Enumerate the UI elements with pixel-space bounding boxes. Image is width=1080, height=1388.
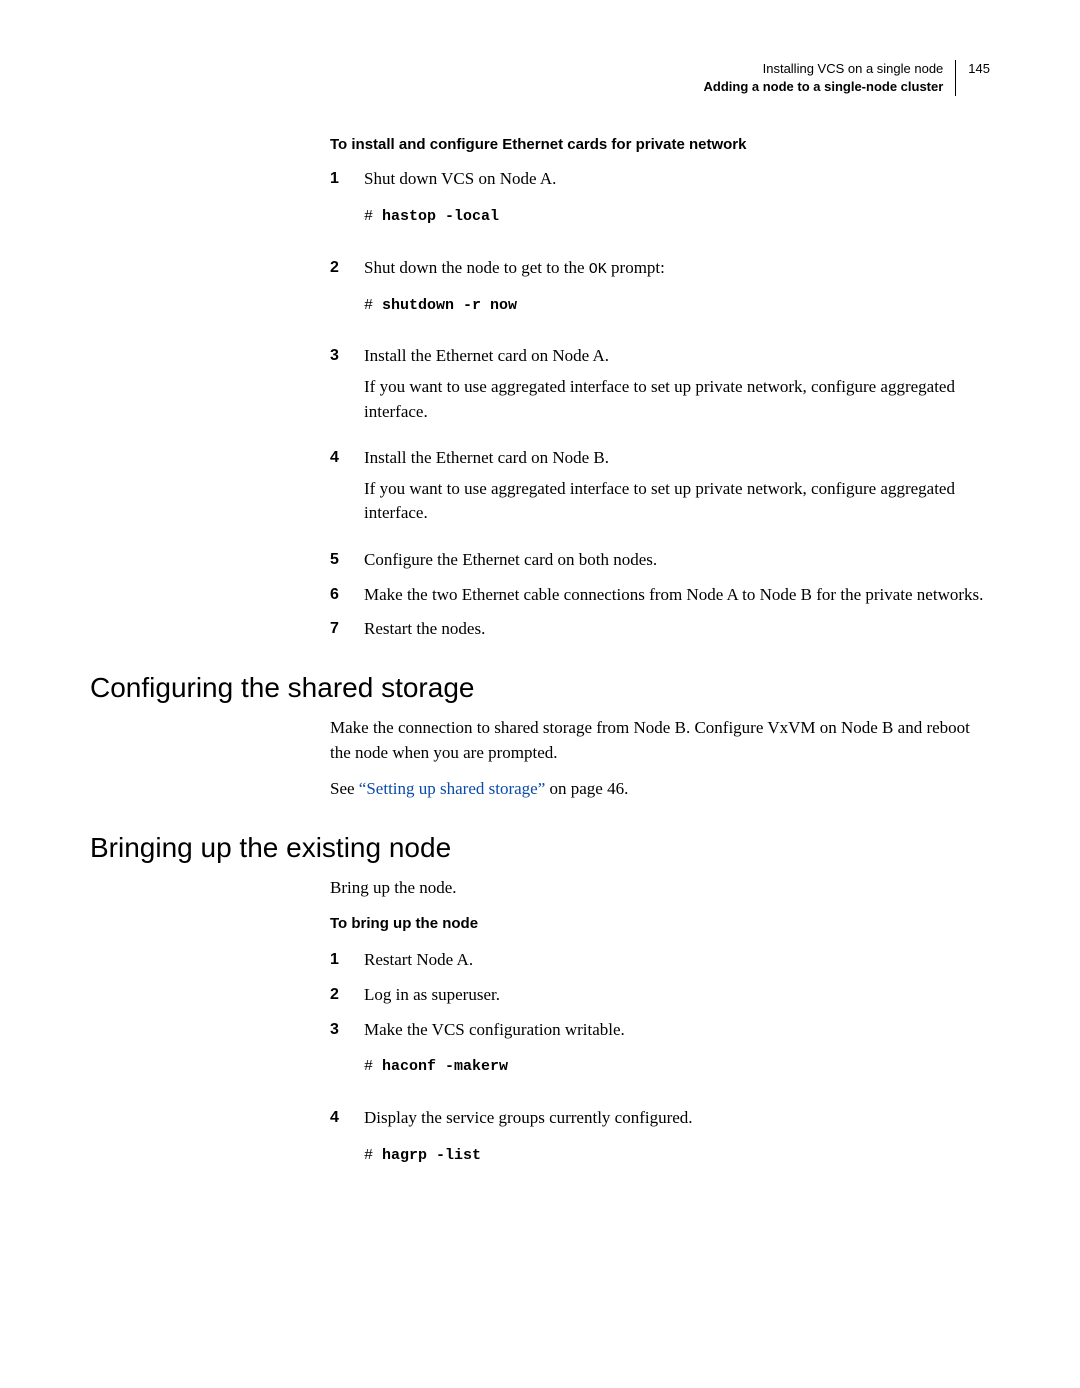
step-1: 1 Shut down VCS on Node A. # hastop -loc… bbox=[330, 167, 990, 245]
step-body: Display the service groups currently con… bbox=[364, 1106, 990, 1184]
section-body: Make the connection to shared storage fr… bbox=[330, 716, 990, 802]
step-text: Install the Ethernet card on Node A. bbox=[364, 344, 990, 369]
section-heading: Configuring the shared storage bbox=[90, 672, 990, 704]
code-prompt: # bbox=[364, 1058, 373, 1075]
step-text: Install the Ethernet card on Node B. bbox=[364, 446, 990, 471]
section-para: Make the connection to shared storage fr… bbox=[330, 716, 990, 765]
see-link[interactable]: “Setting up shared storage” bbox=[359, 779, 545, 798]
procedure-title: To install and configure Ethernet cards … bbox=[330, 136, 990, 153]
page-number: 145 bbox=[956, 60, 990, 78]
procedure-title: To bring up the node bbox=[330, 913, 990, 935]
step-1: 1 Restart Node A. bbox=[330, 948, 990, 973]
section-body: Bring up the node. To bring up the node … bbox=[330, 876, 990, 1184]
code-block: # shutdown -r now bbox=[364, 295, 990, 317]
step-2: 2 Log in as superuser. bbox=[330, 983, 990, 1008]
see-pre: See bbox=[330, 779, 359, 798]
step-text: Log in as superuser. bbox=[364, 983, 990, 1008]
step-text-post: prompt: bbox=[607, 258, 665, 277]
page-header: Installing VCS on a single node Adding a… bbox=[90, 60, 990, 96]
step-number: 1 bbox=[330, 167, 364, 245]
code-command: shutdown -r now bbox=[382, 297, 517, 314]
code-prompt: # bbox=[364, 208, 373, 225]
step-number: 3 bbox=[330, 1018, 364, 1096]
step-4: 4 Install the Ethernet card on Node B. I… bbox=[330, 446, 990, 538]
step-5: 5 Configure the Ethernet card on both no… bbox=[330, 548, 990, 573]
code-block: # hastop -local bbox=[364, 206, 990, 228]
step-body: Install the Ethernet card on Node A. If … bbox=[364, 344, 990, 436]
step-body: Make the two Ethernet cable connections … bbox=[364, 583, 990, 608]
header-line2: Adding a node to a single-node cluster bbox=[704, 78, 944, 96]
code-command: haconf -makerw bbox=[382, 1058, 508, 1075]
step-para: If you want to use aggregated interface … bbox=[364, 477, 990, 526]
section-existing-node: Bringing up the existing node Bring up t… bbox=[90, 832, 990, 1184]
step-number: 2 bbox=[330, 983, 364, 1008]
step-7: 7 Restart the nodes. bbox=[330, 617, 990, 642]
step-text: Shut down the node to get to the OK prom… bbox=[364, 256, 990, 281]
step-text: Display the service groups currently con… bbox=[364, 1106, 990, 1131]
step-number: 2 bbox=[330, 256, 364, 335]
step-para: If you want to use aggregated interface … bbox=[364, 375, 990, 424]
step-text: Restart the nodes. bbox=[364, 617, 990, 642]
code-command: hagrp -list bbox=[382, 1147, 481, 1164]
code-block: # hagrp -list bbox=[364, 1145, 990, 1167]
code-prompt: # bbox=[364, 1147, 373, 1164]
step-body: Log in as superuser. bbox=[364, 983, 990, 1008]
step-number: 6 bbox=[330, 583, 364, 608]
step-number: 4 bbox=[330, 1106, 364, 1184]
step-body: Shut down VCS on Node A. # hastop -local bbox=[364, 167, 990, 245]
step-number: 7 bbox=[330, 617, 364, 642]
step-3: 3 Make the VCS configuration writable. #… bbox=[330, 1018, 990, 1096]
step-text: Restart Node A. bbox=[364, 948, 990, 973]
inline-code: OK bbox=[589, 261, 607, 278]
see-post: on page 46. bbox=[545, 779, 628, 798]
section-heading: Bringing up the existing node bbox=[90, 832, 990, 864]
step-text: Make the VCS configuration writable. bbox=[364, 1018, 990, 1043]
step-body: Install the Ethernet card on Node B. If … bbox=[364, 446, 990, 538]
header-line1: Installing VCS on a single node bbox=[704, 60, 944, 78]
section-shared-storage: Configuring the shared storage Make the … bbox=[90, 672, 990, 802]
code-block: # haconf -makerw bbox=[364, 1056, 990, 1078]
step-number: 3 bbox=[330, 344, 364, 436]
code-command: hastop -local bbox=[382, 208, 499, 225]
step-2: 2 Shut down the node to get to the OK pr… bbox=[330, 256, 990, 335]
step-number: 4 bbox=[330, 446, 364, 538]
step-4: 4 Display the service groups currently c… bbox=[330, 1106, 990, 1184]
step-body: Restart the nodes. bbox=[364, 617, 990, 642]
step-3: 3 Install the Ethernet card on Node A. I… bbox=[330, 344, 990, 436]
step-body: Shut down the node to get to the OK prom… bbox=[364, 256, 990, 335]
step-6: 6 Make the two Ethernet cable connection… bbox=[330, 583, 990, 608]
step-number: 5 bbox=[330, 548, 364, 573]
step-body: Configure the Ethernet card on both node… bbox=[364, 548, 990, 573]
step-text: Configure the Ethernet card on both node… bbox=[364, 548, 990, 573]
step-body: Restart Node A. bbox=[364, 948, 990, 973]
step-text-pre: Shut down the node to get to the bbox=[364, 258, 589, 277]
step-text: Shut down VCS on Node A. bbox=[364, 167, 990, 192]
see-reference: See “Setting up shared storage” on page … bbox=[330, 777, 990, 802]
procedure-ethernet: To install and configure Ethernet cards … bbox=[330, 136, 990, 642]
step-text: Make the two Ethernet cable connections … bbox=[364, 583, 990, 608]
code-prompt: # bbox=[364, 297, 373, 314]
section-intro: Bring up the node. bbox=[330, 876, 990, 901]
header-text: Installing VCS on a single node Adding a… bbox=[704, 60, 957, 96]
step-body: Make the VCS configuration writable. # h… bbox=[364, 1018, 990, 1096]
step-number: 1 bbox=[330, 948, 364, 973]
